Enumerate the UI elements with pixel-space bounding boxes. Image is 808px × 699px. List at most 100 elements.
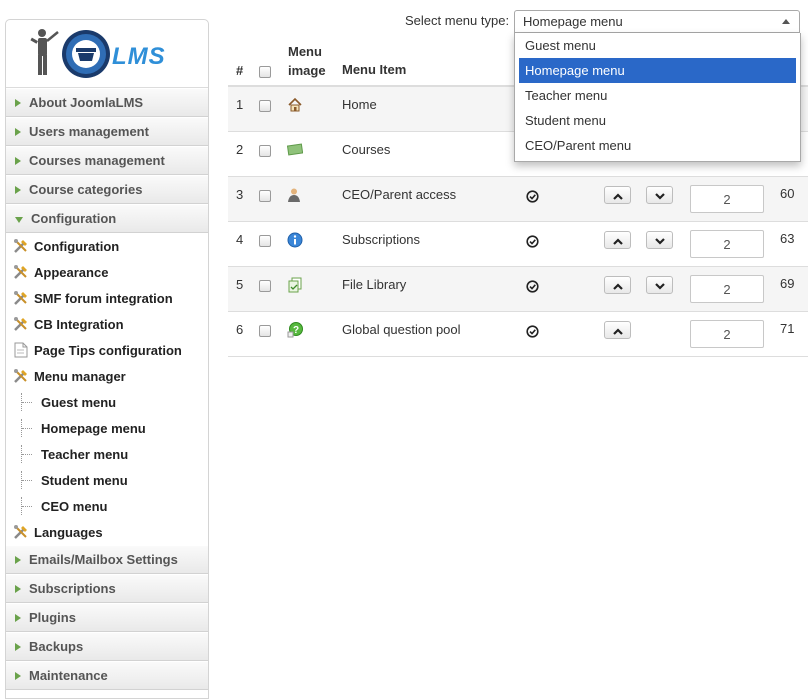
sidebar-section-about-joomlalms[interactable]: About JoomlaLMS <box>6 88 208 117</box>
info-icon <box>287 232 303 251</box>
chevron-down-icon <box>15 216 23 223</box>
document-icon <box>11 341 31 359</box>
menu-item-id: 60 <box>780 186 795 201</box>
row-checkbox[interactable] <box>259 235 271 247</box>
sidebar-section-users-management[interactable]: Users management <box>6 117 208 146</box>
sidebar-section-maintenance[interactable]: Maintenance <box>6 661 208 690</box>
sidebar-section-label: Configuration <box>31 211 117 226</box>
user-icon <box>287 187 301 206</box>
row-number: 5 <box>236 277 244 292</box>
sidebar-section-courses-management[interactable]: Courses management <box>6 146 208 175</box>
chevron-down-icon <box>654 233 665 248</box>
move-up-button[interactable] <box>604 186 631 204</box>
sidebar-subitem-teacher-menu[interactable]: Teacher menu <box>6 441 208 467</box>
file-library-icon <box>287 277 303 296</box>
sidebar-item-label: Page Tips configuration <box>34 342 182 358</box>
menu-type-label: Select menu type: <box>405 13 510 28</box>
row-number: 4 <box>236 232 244 247</box>
sidebar-subitem-ceo-menu[interactable]: CEO menu <box>6 493 208 519</box>
sidebar-subitem-guest-menu[interactable]: Guest menu <box>6 389 208 415</box>
menu-item-name: File Library <box>342 277 407 292</box>
courses-icon <box>286 142 304 159</box>
sidebar-section-configuration[interactable]: Configuration <box>6 204 208 233</box>
row-checkbox[interactable] <box>259 100 271 112</box>
chevron-right-icon <box>15 613 21 622</box>
column-header-menu-image-line2: image <box>288 63 326 78</box>
row-number: 6 <box>236 322 244 337</box>
sidebar-item-languages[interactable]: Languages <box>6 519 208 545</box>
row-number: 1 <box>236 97 244 112</box>
sidebar-item-label: Configuration <box>34 238 120 254</box>
svg-text:?: ? <box>293 325 299 336</box>
sidebar-item-configuration[interactable]: Configuration <box>6 233 208 259</box>
question-icon: ? <box>287 322 303 341</box>
sidebar-item-label: SMF forum integration <box>34 290 173 306</box>
move-up-button[interactable] <box>604 276 631 294</box>
chevron-right-icon <box>15 156 21 165</box>
published-check-icon[interactable] <box>526 325 539 338</box>
menu-type-option[interactable]: Guest menu <box>515 33 800 58</box>
sidebar-item-menu-manager[interactable]: Menu manager <box>6 363 208 389</box>
menu-type-option[interactable]: CEO/Parent menu <box>515 133 800 158</box>
sidebar-section-course-categories[interactable]: Course categories <box>6 175 208 204</box>
row-number: 3 <box>236 187 244 202</box>
menu-item-name: Home <box>342 97 377 112</box>
move-down-button[interactable] <box>646 276 673 294</box>
tree-line-icon <box>21 393 35 411</box>
move-down-button[interactable] <box>646 231 673 249</box>
order-input[interactable] <box>690 320 764 348</box>
chevron-right-icon <box>15 127 21 136</box>
sidebar-section-label: Emails/Mailbox Settings <box>29 552 178 567</box>
menu-type-option[interactable]: Homepage menu <box>519 58 796 83</box>
sidebar-section-backups[interactable]: Backups <box>6 632 208 661</box>
chevron-right-icon <box>15 98 21 107</box>
row-checkbox[interactable] <box>259 190 271 202</box>
sidebar-item-smf-forum-integration[interactable]: SMF forum integration <box>6 285 208 311</box>
column-header-menu-item: Menu Item <box>342 62 407 77</box>
sidebar-section-label: Backups <box>29 639 84 654</box>
column-header-number: # <box>236 63 244 78</box>
sidebar-section-subscriptions[interactable]: Subscriptions <box>6 574 208 603</box>
menu-item-name: Global question pool <box>342 322 461 337</box>
row-checkbox[interactable] <box>259 325 271 337</box>
sidebar-subitem-student-menu[interactable]: Student menu <box>6 467 208 493</box>
published-check-icon[interactable] <box>526 235 539 248</box>
sidebar-item-cb-integration[interactable]: CB Integration <box>6 311 208 337</box>
chevron-right-icon <box>15 642 21 651</box>
sidebar-item-label: Menu manager <box>34 368 126 384</box>
joomlalms-logo: LMS <box>6 20 208 88</box>
row-checkbox[interactable] <box>259 145 271 157</box>
order-input[interactable] <box>690 185 764 213</box>
sidebar-item-appearance[interactable]: Appearance <box>6 259 208 285</box>
sidebar-subitem-label: Homepage menu <box>41 420 146 436</box>
sidebar-section-plugins[interactable]: Plugins <box>6 603 208 632</box>
table-row: 6 ? Global question pool 71 <box>228 312 808 357</box>
tools-icon <box>11 315 31 333</box>
order-input[interactable] <box>690 230 764 258</box>
menu-type-select[interactable]: Homepage menu <box>514 10 800 33</box>
sidebar-subitem-label: CEO menu <box>41 498 108 514</box>
published-check-icon[interactable] <box>526 190 539 203</box>
chevron-right-icon <box>15 185 21 194</box>
move-up-button[interactable] <box>604 321 631 339</box>
tree-line-icon <box>21 471 35 489</box>
sidebar-subitem-homepage-menu[interactable]: Homepage menu <box>6 415 208 441</box>
sidebar-section-label: Course categories <box>29 182 143 197</box>
menu-type-option[interactable]: Teacher menu <box>515 83 800 108</box>
move-down-button[interactable] <box>646 186 673 204</box>
order-input[interactable] <box>690 275 764 303</box>
menu-type-option[interactable]: Student menu <box>515 108 800 133</box>
sidebar-section-emails-mailbox-settings[interactable]: Emails/Mailbox Settings <box>6 545 208 574</box>
sidebar-item-page-tips-configuration[interactable]: Page Tips configuration <box>6 337 208 363</box>
tools-icon <box>11 263 31 281</box>
select-all-checkbox[interactable] <box>259 66 271 78</box>
sidebar-section-label: Courses management <box>29 153 165 168</box>
chevron-up-icon <box>782 19 790 24</box>
published-check-icon[interactable] <box>526 280 539 293</box>
menu-item-id: 63 <box>780 231 795 246</box>
sidebar-subitem-label: Student menu <box>41 472 128 488</box>
chevron-up-icon <box>612 233 623 248</box>
tree-line-icon <box>21 497 35 515</box>
move-up-button[interactable] <box>604 231 631 249</box>
row-checkbox[interactable] <box>259 280 271 292</box>
